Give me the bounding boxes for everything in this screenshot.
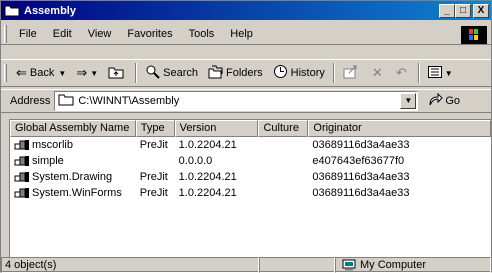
go-button[interactable]: Go (428, 92, 461, 110)
folder-icon (58, 93, 74, 109)
column-culture[interactable]: Culture (258, 120, 309, 137)
assembly-icon (14, 155, 30, 167)
address-value: C:\WINNT\Assembly (78, 95, 180, 107)
folders-icon (208, 65, 223, 82)
status-bar: 4 object(s) My Computer (1, 257, 491, 273)
maximize-button[interactable]: □ (455, 3, 471, 18)
windows-logo-icon (461, 26, 487, 44)
menu-bar: File Edit View Favorites Tools Help (1, 23, 491, 45)
assembly-icon (14, 171, 30, 183)
window-title: Assembly (24, 4, 76, 17)
menu-file[interactable]: File (11, 28, 45, 40)
assembly-originator: 03689116d3a4ae33 (312, 171, 410, 183)
menu-favorites[interactable]: Favorites (119, 28, 180, 40)
go-icon (428, 92, 444, 110)
history-icon (273, 64, 288, 82)
assembly-icon (14, 187, 30, 199)
back-dropdown-icon[interactable]: ▼ (58, 69, 66, 78)
list-item[interactable]: System.Drawing PreJit 1.0.2204.21 036891… (10, 169, 491, 185)
close-button[interactable]: X (473, 3, 489, 18)
assembly-type: PreJit (139, 171, 168, 183)
column-originator[interactable]: Originator (308, 120, 491, 137)
address-input[interactable]: C:\WINNT\Assembly ▼ (54, 91, 419, 111)
undo-button[interactable]: ↶ (391, 62, 415, 84)
column-global-assembly-name[interactable]: Global Assembly Name (10, 120, 136, 137)
up-button[interactable] (103, 62, 132, 84)
title-bar[interactable]: Assembly _ □ X (1, 1, 491, 20)
folders-button[interactable]: Folders (203, 62, 268, 84)
column-version[interactable]: Version (174, 120, 259, 137)
menu-grip[interactable] (4, 24, 7, 43)
folders-label: Folders (225, 67, 263, 79)
standard-toolbar: ⇐ Back ▼ ⇒ ▼ Search Folders History ✕ ↶ … (1, 59, 491, 87)
address-bar: Address C:\WINNT\Assembly ▼ Go (1, 89, 491, 113)
status-object-count: 4 object(s) (1, 257, 259, 273)
views-dropdown-icon[interactable]: ▼ (445, 69, 453, 78)
back-arrow-icon: ⇐ (16, 65, 27, 80)
explorer-window: Assembly _ □ X File Edit View Favorites … (0, 0, 492, 273)
forward-arrow-icon: ⇒ (76, 65, 88, 80)
assembly-version: 1.0.2204.21 (178, 139, 237, 151)
assembly-originator: 03689116d3a4ae33 (312, 139, 410, 151)
list-item[interactable]: System.WinForms PreJit 1.0.2204.21 03689… (10, 185, 491, 201)
assembly-name: simple (32, 155, 64, 167)
forward-dropdown-icon[interactable]: ▼ (90, 69, 98, 78)
assembly-originator: e407643ef63677f0 (312, 155, 405, 167)
go-label: Go (445, 95, 461, 107)
forward-button[interactable]: ⇒ ▼ (71, 62, 103, 84)
assembly-list[interactable]: Global Assembly Name Type Version Cultur… (9, 119, 491, 257)
assembly-type: PreJit (139, 139, 168, 151)
column-header-row: Global Assembly Name Type Version Cultur… (10, 120, 491, 137)
assembly-version: 1.0.2204.21 (178, 187, 237, 199)
toolbar-separator (417, 63, 420, 83)
status-zone: My Computer (335, 257, 491, 273)
menu-tools[interactable]: Tools (181, 28, 223, 40)
search-label: Search (163, 67, 198, 79)
menu-view[interactable]: View (80, 28, 120, 40)
status-spacer (259, 257, 335, 273)
assembly-name: System.WinForms (32, 187, 122, 199)
assembly-version: 0.0.0.0 (178, 155, 213, 167)
move-to-button[interactable] (338, 62, 367, 84)
assembly-name: mscorlib (32, 139, 73, 151)
back-label: Back (29, 67, 55, 79)
address-label: Address (10, 95, 51, 107)
list-item[interactable]: simple 0.0.0.0 e407643ef63677f0 (10, 153, 491, 169)
assembly-type: PreJit (139, 187, 168, 199)
assembly-originator: 03689116d3a4ae33 (312, 187, 410, 199)
minimize-button[interactable]: _ (439, 3, 455, 18)
menu-help[interactable]: Help (222, 28, 261, 40)
search-icon (145, 64, 160, 82)
toolbar-grip[interactable] (4, 64, 7, 82)
views-icon (427, 65, 442, 81)
menu-edit[interactable]: Edit (45, 28, 80, 40)
views-button[interactable]: ▼ (423, 62, 458, 84)
delete-icon: ✕ (371, 65, 383, 80)
assembly-name: System.Drawing (32, 171, 113, 183)
delete-button[interactable]: ✕ (367, 62, 391, 84)
toolbar-separator (332, 63, 335, 83)
list-item[interactable]: mscorlib PreJit 1.0.2204.21 03689116d3a4… (10, 137, 491, 153)
up-folder-icon (108, 65, 124, 82)
move-to-icon (343, 65, 359, 82)
folder-icon (4, 4, 20, 17)
my-computer-icon (342, 259, 356, 271)
address-dropdown-button[interactable]: ▼ (400, 93, 417, 109)
back-button[interactable]: ⇐ Back ▼ (11, 62, 71, 84)
column-type[interactable]: Type (135, 120, 175, 137)
assembly-icon (14, 139, 30, 151)
toolbar-separator (135, 63, 138, 83)
history-button[interactable]: History (268, 62, 330, 84)
zone-label: My Computer (360, 259, 427, 271)
search-button[interactable]: Search (140, 62, 203, 84)
history-label: History (290, 67, 325, 79)
assembly-version: 1.0.2204.21 (178, 171, 237, 183)
undo-icon: ↶ (395, 65, 407, 80)
